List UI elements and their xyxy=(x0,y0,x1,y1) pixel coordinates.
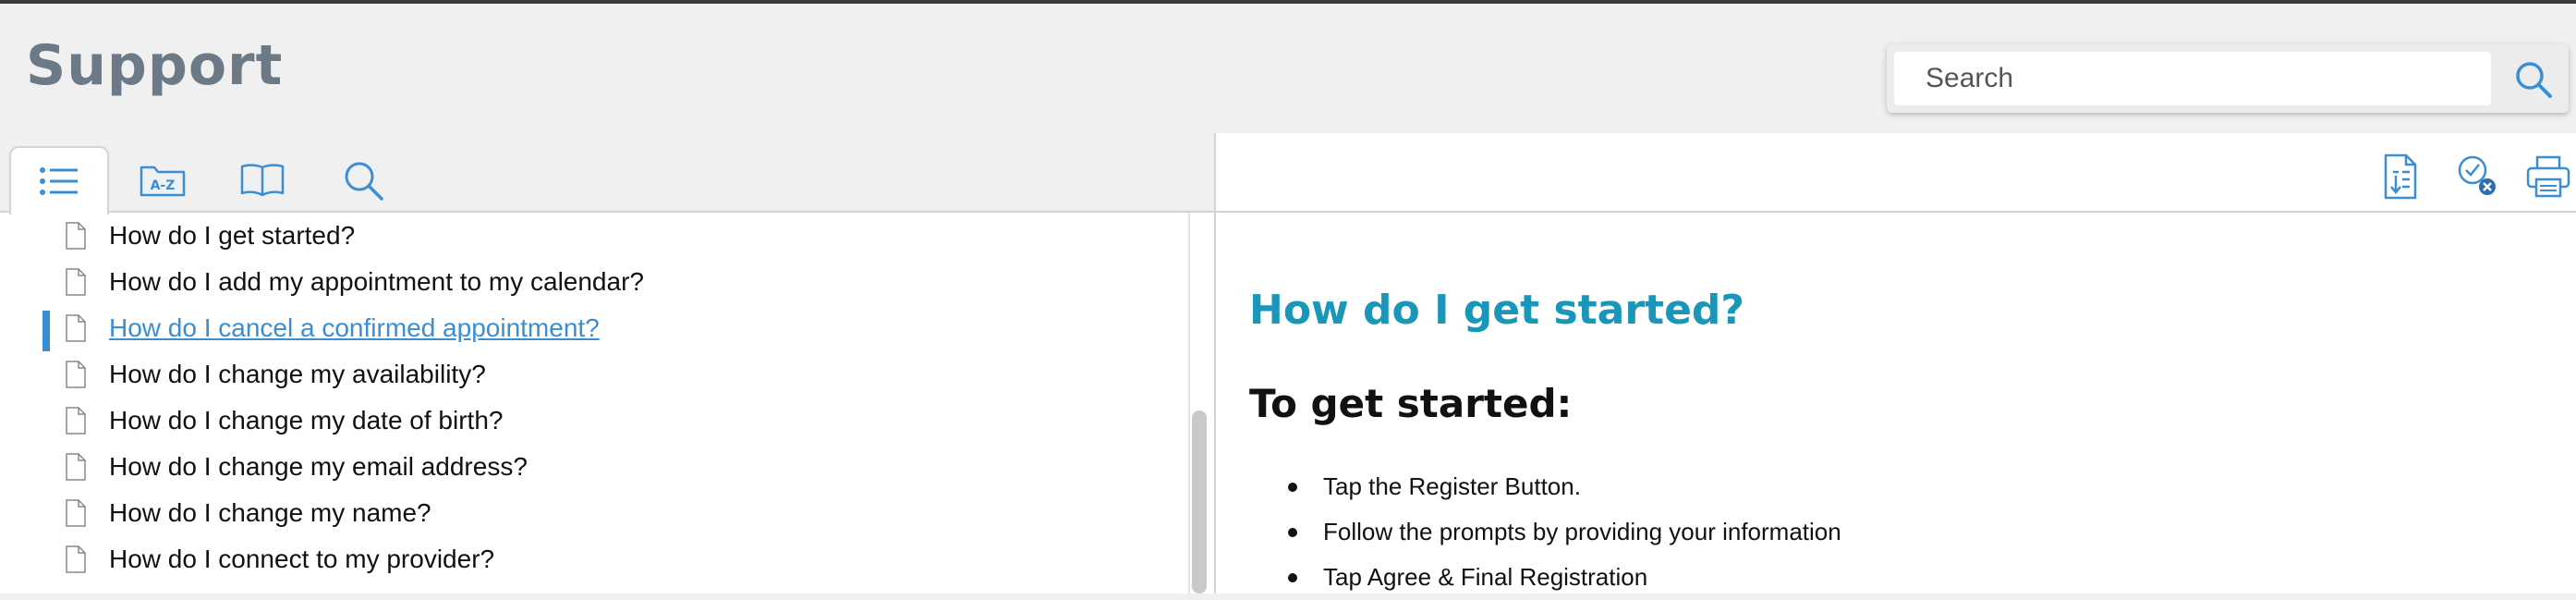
toc-item-connect-provider[interactable]: How do I connect to my provider? xyxy=(0,536,1183,582)
document-icon xyxy=(66,407,86,435)
toc-item-label[interactable]: How do I change my date of birth? xyxy=(109,398,503,444)
table-of-contents: How do I get started? How do I add my ap… xyxy=(0,213,1192,594)
toc-item-label[interactable]: How do I add my appointment to my calend… xyxy=(109,259,644,305)
toc-item-label[interactable]: How do I change my name? xyxy=(109,490,431,536)
list-item: Tap the Register Button. xyxy=(1249,464,1841,509)
search-icon xyxy=(345,162,383,201)
toc-item-label[interactable]: How do I connect to my provider? xyxy=(109,536,494,582)
selection-indicator xyxy=(43,311,50,351)
document-icon xyxy=(66,314,86,342)
print-button[interactable] xyxy=(2522,152,2574,202)
document-icon xyxy=(66,499,86,527)
nav-tab-bar: A-Z xyxy=(0,133,1216,214)
search-icon xyxy=(2516,62,2552,98)
toc-item-label[interactable]: How do I change my email address? xyxy=(109,444,528,490)
content-panel: How do I get started? To get started: Ta… xyxy=(1216,133,2576,594)
document-icon xyxy=(66,361,86,388)
document-icon xyxy=(66,268,86,296)
toc-item-get-started[interactable]: How do I get started? xyxy=(0,213,1183,259)
toc-item-change-availability[interactable]: How do I change my availability? xyxy=(0,351,1183,398)
steps-list: Tap the Register Button. Follow the prom… xyxy=(1249,464,1841,600)
toc-item-change-name[interactable]: How do I change my name? xyxy=(0,490,1183,536)
open-book-icon xyxy=(240,164,285,197)
expand-all-icon xyxy=(2384,153,2417,200)
document-icon xyxy=(66,222,86,250)
content-toolbar xyxy=(1216,133,2576,213)
toc-item-cancel-appointment[interactable]: How do I cancel a confirmed appointment? xyxy=(0,305,1183,351)
toc-item-change-dob[interactable]: How do I change my date of birth? xyxy=(0,398,1183,444)
toc-item-label[interactable]: How do I change my availability? xyxy=(109,351,486,398)
a-z-folder-icon: A-Z xyxy=(140,165,186,197)
expand-all-button[interactable] xyxy=(2375,152,2426,202)
scrollbar-thumb[interactable] xyxy=(1192,410,1207,594)
remove-highlight-button[interactable] xyxy=(2452,152,2504,202)
search-button[interactable] xyxy=(2508,55,2559,104)
tab-search[interactable] xyxy=(316,146,412,213)
document-icon xyxy=(66,453,86,481)
tab-contents[interactable] xyxy=(9,146,109,214)
topic-title: How do I get started? xyxy=(1249,287,1744,334)
search-bar xyxy=(1887,44,2569,113)
page-title: Support xyxy=(26,33,284,98)
tab-glossary[interactable] xyxy=(214,146,310,213)
search-input[interactable] xyxy=(1894,52,2491,105)
svg-text:A-Z: A-Z xyxy=(151,178,176,193)
toc-item-change-email[interactable]: How do I change my email address? xyxy=(0,444,1183,490)
tab-index[interactable]: A-Z xyxy=(115,146,211,213)
toc-item-label[interactable]: How do I cancel a confirmed appointment? xyxy=(109,305,600,351)
topic-subheading: To get started: xyxy=(1249,381,1573,426)
header: Support xyxy=(0,4,2576,133)
toc-item-label[interactable]: How do I get started? xyxy=(109,213,355,259)
remove-highlight-icon xyxy=(2458,155,2496,195)
navigation-panel: A-Z How do I get started? How do I add m… xyxy=(0,133,1218,594)
list-icon xyxy=(40,167,78,195)
print-icon xyxy=(2526,155,2570,198)
document-icon xyxy=(66,545,86,573)
toc-item-add-to-calendar[interactable]: How do I add my appointment to my calend… xyxy=(0,259,1183,305)
list-item: Follow the prompts by providing your inf… xyxy=(1249,509,1841,555)
